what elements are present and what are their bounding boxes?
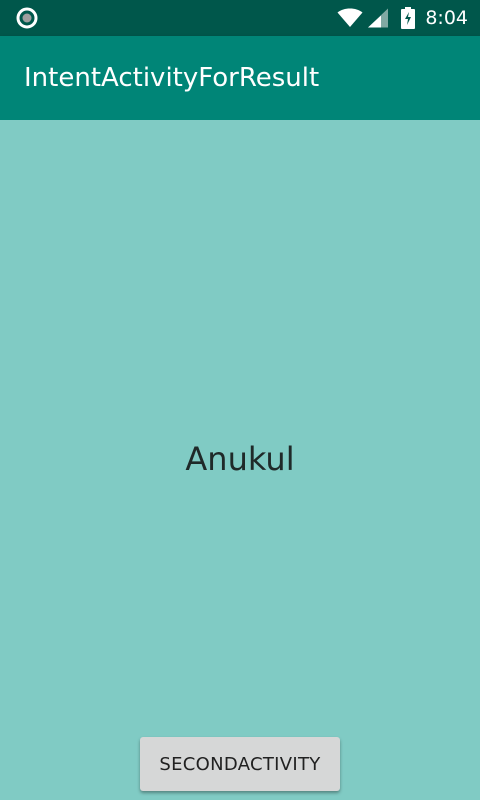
status-icons: 8:04	[337, 0, 468, 36]
circle-notification-icon	[16, 7, 38, 29]
status-bar: 8:04	[0, 0, 480, 36]
result-text: Anukul	[185, 440, 295, 478]
status-time: 8:04	[425, 7, 468, 29]
app-bar: IntentActivityForResult	[0, 36, 480, 120]
app-title: IntentActivityForResult	[24, 63, 320, 93]
signal-icon	[367, 8, 389, 28]
second-activity-button[interactable]: SECONDACTIVITY	[140, 737, 340, 791]
battery-charging-icon	[401, 7, 416, 29]
main-content: Anukul	[0, 120, 480, 800]
wifi-icon	[337, 8, 363, 28]
